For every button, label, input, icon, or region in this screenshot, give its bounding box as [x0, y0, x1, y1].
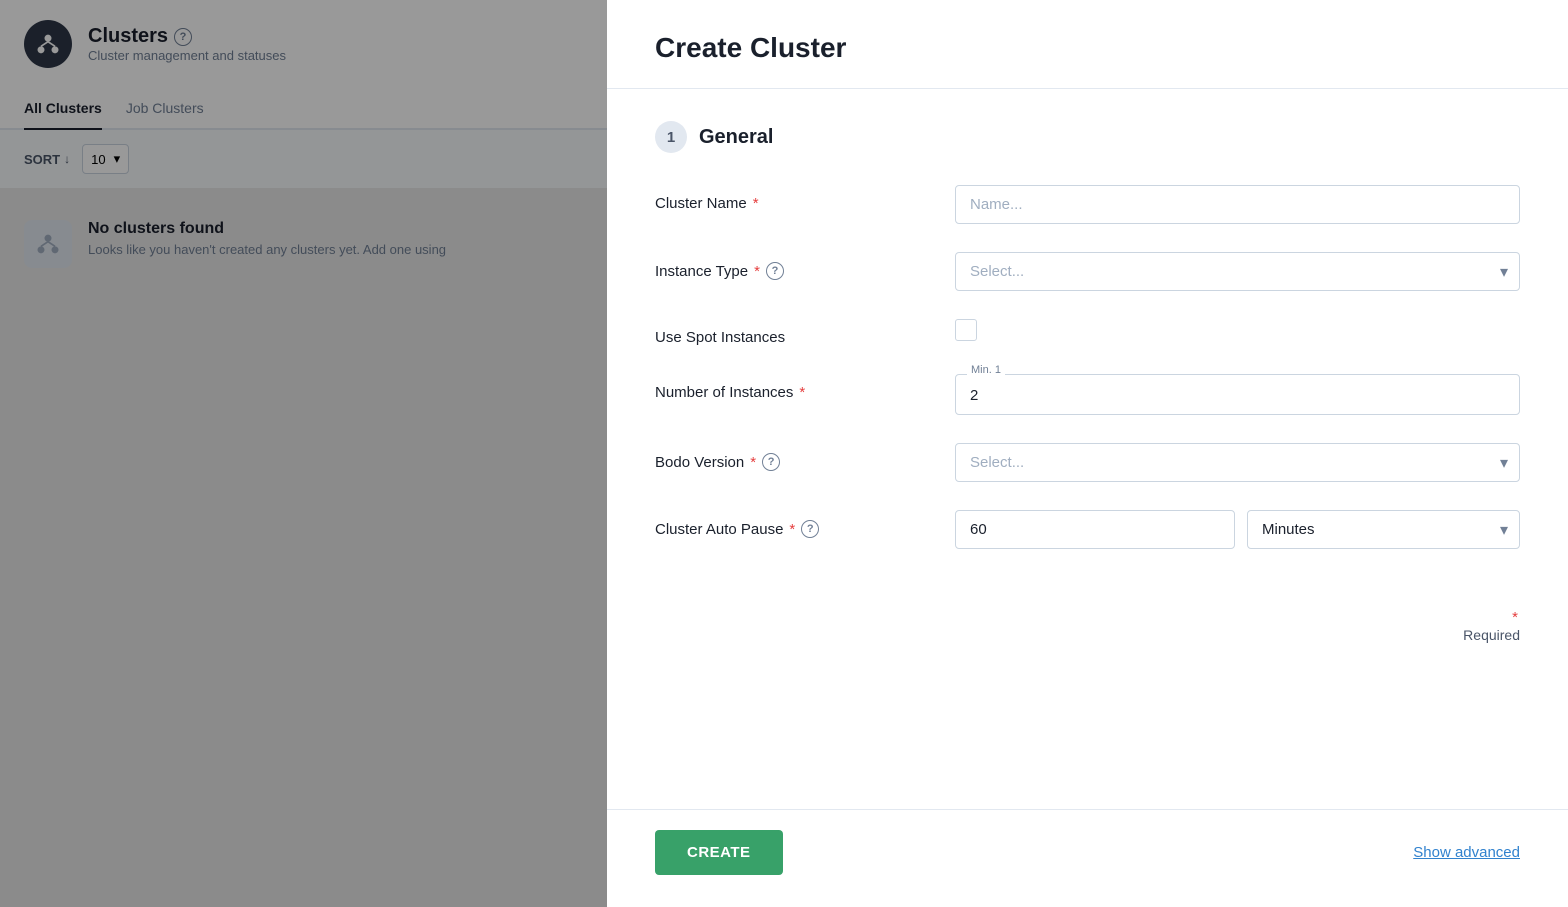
cluster-name-required-star: *: [753, 195, 759, 212]
auto-pause-number-input[interactable]: [955, 510, 1235, 549]
num-instances-input[interactable]: [955, 374, 1520, 415]
auto-pause-number-wrapper: [955, 510, 1235, 549]
required-note-area: * Required: [655, 609, 1520, 645]
spot-instances-label: Use Spot Instances: [655, 319, 955, 346]
modal-body: 1 General Cluster Name * Instance Type *…: [607, 89, 1568, 809]
auto-pause-unit-wrapper: Minutes Hours ▾: [1247, 510, 1520, 549]
bodo-version-select-wrapper: Select... ▾: [955, 443, 1520, 482]
num-instances-row: Number of Instances * Min. 1: [655, 374, 1520, 415]
num-instances-label: Number of Instances *: [655, 374, 955, 401]
min-label: Min. 1: [967, 364, 1005, 376]
cluster-name-row: Cluster Name *: [655, 185, 1520, 224]
num-instances-required-star: *: [799, 384, 805, 401]
instance-type-control: Select... ▾: [955, 252, 1520, 291]
bodo-version-required-star: *: [750, 454, 756, 471]
create-button[interactable]: CREATE: [655, 830, 783, 875]
spot-instances-row: Use Spot Instances: [655, 319, 1520, 346]
spot-instances-control: [955, 319, 1520, 341]
instance-type-select-wrapper: Select... ▾: [955, 252, 1520, 291]
section-title: General: [699, 126, 773, 149]
cluster-name-control: [955, 185, 1520, 224]
auto-pause-row: Cluster Auto Pause * ? Minutes Hours: [655, 510, 1520, 549]
num-instances-control: Min. 1: [955, 374, 1520, 415]
auto-pause-unit-select[interactable]: Minutes Hours: [1247, 510, 1520, 549]
modal-header: Create Cluster: [607, 0, 1568, 89]
instance-type-help-icon[interactable]: ?: [766, 262, 784, 280]
cluster-name-label: Cluster Name *: [655, 185, 955, 212]
required-note-text: Required: [1463, 627, 1520, 643]
instance-type-required-star: *: [754, 263, 760, 280]
section-header: 1 General: [655, 121, 1520, 153]
auto-pause-unit-select-wrapper: Minutes Hours ▾: [1247, 510, 1520, 549]
bodo-version-help-icon[interactable]: ?: [762, 453, 780, 471]
bodo-version-label: Bodo Version * ?: [655, 443, 955, 471]
show-advanced-button[interactable]: Show advanced: [1413, 844, 1520, 861]
auto-pause-control: Minutes Hours ▾: [955, 510, 1520, 549]
modal-title: Create Cluster: [655, 32, 1520, 64]
section-number: 1: [655, 121, 687, 153]
num-instances-wrapper: Min. 1: [955, 374, 1520, 415]
bodo-version-select[interactable]: Select...: [955, 443, 1520, 482]
instance-type-label: Instance Type * ?: [655, 252, 955, 280]
auto-pause-inputs: Minutes Hours ▾: [955, 510, 1520, 549]
bodo-version-row: Bodo Version * ? Select... ▾: [655, 443, 1520, 482]
auto-pause-required-star: *: [789, 521, 795, 538]
instance-type-select[interactable]: Select...: [955, 252, 1520, 291]
required-star: *: [1512, 609, 1518, 626]
create-cluster-panel: Create Cluster 1 General Cluster Name * …: [607, 0, 1568, 907]
instance-type-row: Instance Type * ? Select... ▾: [655, 252, 1520, 291]
cluster-name-input[interactable]: [955, 185, 1520, 224]
modal-footer: CREATE Show advanced: [607, 809, 1568, 907]
auto-pause-help-icon[interactable]: ?: [801, 520, 819, 538]
bodo-version-control: Select... ▾: [955, 443, 1520, 482]
auto-pause-label: Cluster Auto Pause * ?: [655, 510, 955, 538]
background-overlay: [0, 0, 607, 907]
spot-instances-checkbox[interactable]: [955, 319, 977, 341]
